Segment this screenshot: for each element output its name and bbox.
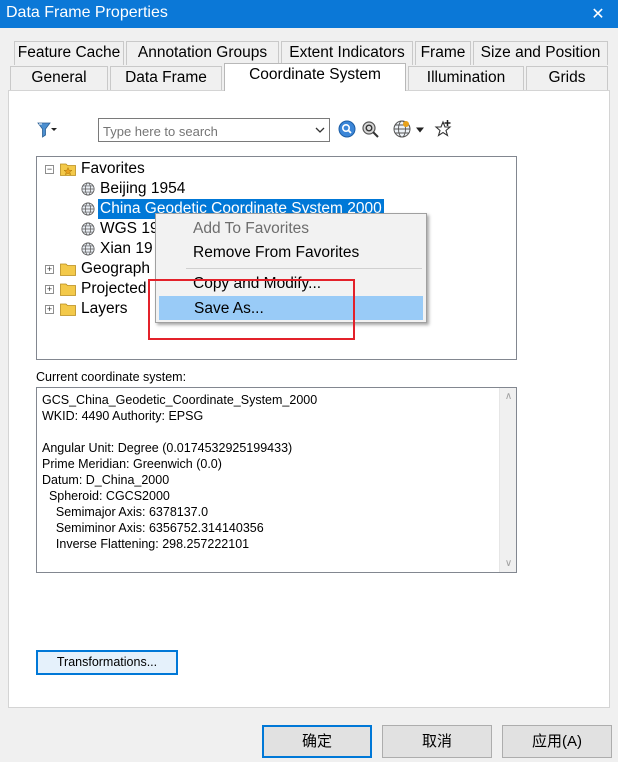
tree-node-projected[interactable]: Projected [81,279,146,299]
folder-icon [60,263,76,276]
chevron-down-icon[interactable] [312,120,328,140]
tab-size-and-position[interactable]: Size and Position [473,41,608,65]
search-icon[interactable] [336,118,358,140]
globe-icon [81,202,95,216]
transformations-button[interactable]: Transformations... [36,650,178,675]
tab-grids[interactable]: Grids [526,66,608,90]
folder-icon [60,303,76,316]
title-bar: Data Frame Properties ✕ [0,0,618,28]
close-icon: ✕ [591,6,605,23]
add-favorite-icon[interactable] [432,118,454,140]
globe-icon [81,242,95,256]
tab-frame[interactable]: Frame [415,41,471,65]
globe-icon [81,182,95,196]
tree-node-geographic[interactable]: Geograph [81,259,150,279]
chevron-down-icon[interactable] [413,119,427,141]
current-system-label: Current coordinate system: [36,370,187,384]
tree-node-favorites[interactable]: Favorites [81,159,145,179]
globe-icon[interactable] [391,118,413,140]
menu-item-remove-from-favorites[interactable]: Remove From Favorites [159,241,423,265]
menu-item-copy-and-modify[interactable]: Copy and Modify... [159,272,423,296]
expand-icon[interactable]: + [45,285,54,294]
ok-button[interactable]: 确定 [262,725,372,758]
folder-icon [60,283,76,296]
tab-coordinate-system[interactable]: Coordinate System [224,63,406,91]
current-system-details[interactable]: GCS_China_Geodetic_Coordinate_System_200… [36,387,517,573]
collapse-icon[interactable]: − [45,165,54,174]
apply-button[interactable]: 应用(A) [502,725,612,758]
expand-icon[interactable]: + [45,305,54,314]
close-button[interactable]: ✕ [578,0,618,28]
tree-node-beijing-1954[interactable]: Beijing 1954 [100,179,185,199]
tree-node-layers[interactable]: Layers [81,299,128,319]
expand-icon[interactable]: + [45,265,54,274]
cancel-button[interactable]: 取消 [382,725,492,758]
tab-annotation-groups[interactable]: Annotation Groups [126,41,279,65]
tab-illumination[interactable]: Illumination [408,66,524,90]
window-title: Data Frame Properties [6,4,168,21]
tab-extent-indicators[interactable]: Extent Indicators [281,41,413,65]
search-input[interactable] [98,118,330,142]
scroll-down-icon[interactable]: ∨ [500,555,516,572]
tree-node-wgs[interactable]: WGS 19 [100,219,159,239]
menu-item-add-to-favorites[interactable]: Add To Favorites [159,217,423,241]
search-options-icon[interactable] [359,118,381,140]
current-system-text: GCS_China_Geodetic_Coordinate_System_200… [42,393,318,551]
tree-node-xian[interactable]: Xian 19 [100,239,153,259]
filter-icon[interactable] [36,119,58,141]
globe-icon [81,222,95,236]
menu-separator [186,268,422,269]
tab-data-frame[interactable]: Data Frame [110,66,222,90]
scroll-up-icon[interactable]: ∧ [500,388,516,405]
favorites-folder-icon [60,163,76,176]
context-menu: Add To Favorites Remove From Favorites C… [155,213,427,323]
menu-item-save-as[interactable]: Save As... [159,296,423,320]
tab-feature-cache[interactable]: Feature Cache [14,41,124,65]
vertical-scrollbar[interactable]: ∧ ∨ [499,388,516,572]
tab-general[interactable]: General [10,66,108,90]
